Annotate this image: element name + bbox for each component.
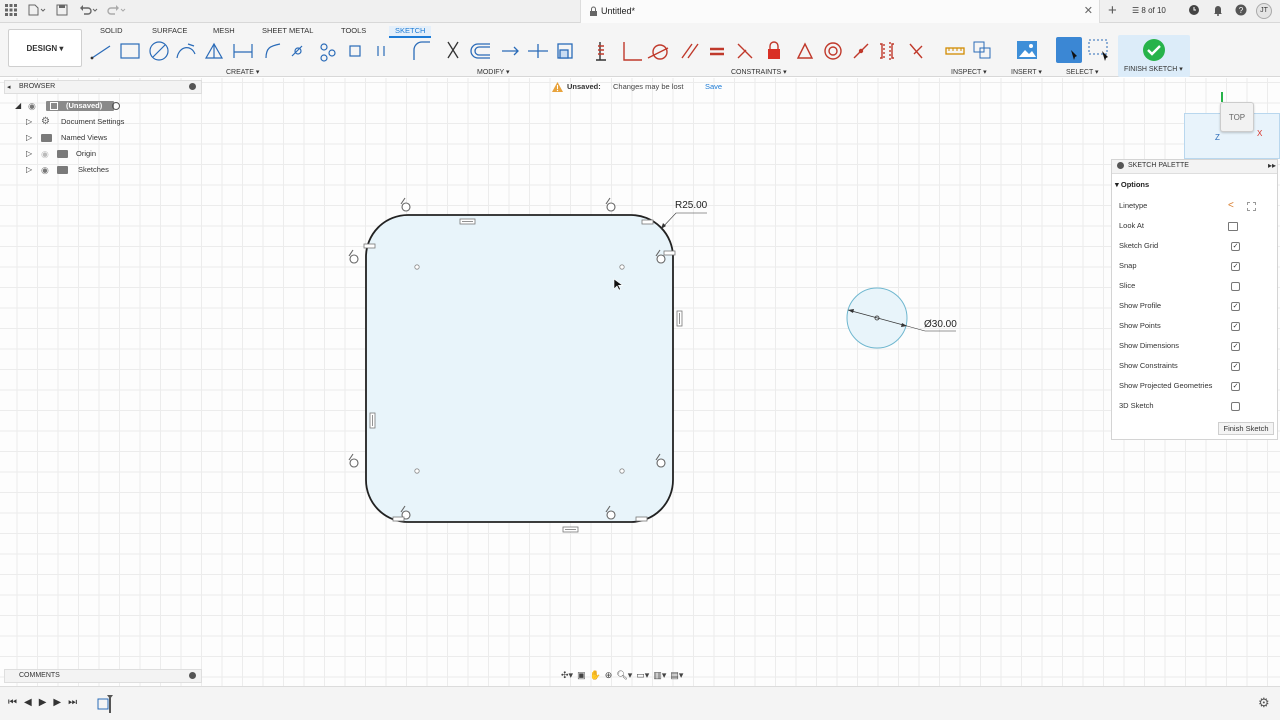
diameter-dimension[interactable]: Ø30.00 <box>924 319 957 330</box>
option-show-constraints: Show Constraints ✓ <box>1119 361 1240 371</box>
option-show-profile: Show Profile ✓ <box>1119 301 1240 311</box>
option-linetype: Linetype < <box>1112 196 1280 216</box>
construction-linetype-icon[interactable]: < <box>1228 196 1234 216</box>
pin-icon[interactable] <box>189 672 196 679</box>
option-look-at: Look At <box>1112 216 1280 236</box>
timeline-bar: ⏮ ◀ ▶ ▶ ⏭ ⚙ <box>0 686 1280 720</box>
radius-dimension[interactable]: R25.00 <box>675 200 707 211</box>
step-back-icon[interactable]: ◀ <box>24 697 32 708</box>
pan-icon[interactable]: ✋ <box>590 670 601 681</box>
option-3d-sketch: 3D Sketch <box>1112 396 1280 416</box>
zoom-icon[interactable]: ⊕ <box>605 670 613 681</box>
pin-icon[interactable] <box>1117 162 1124 169</box>
comments-header[interactable]: COMMENTS <box>4 669 202 683</box>
rounded-rectangle-profile[interactable] <box>365 214 674 523</box>
go-to-start-icon[interactable]: ⏮ <box>8 697 17 708</box>
play-icon[interactable]: ▶ <box>39 697 47 708</box>
sketch-palette: SKETCH PALETTE ▸▸ ▾ Options Linetype < L… <box>1111 159 1278 440</box>
orbit-icon[interactable]: ✣▾ <box>561 670 573 681</box>
timeline-settings-gear-icon[interactable]: ⚙ <box>1258 695 1270 711</box>
show-points-checkbox[interactable]: ✓ <box>1231 322 1240 331</box>
display-settings-icon[interactable]: ▭▾ <box>636 670 649 681</box>
show-constraints-checkbox[interactable]: ✓ <box>1231 362 1240 371</box>
zoom-window-icon[interactable]: 🔍︎▾ <box>616 670 632 681</box>
expand-icon[interactable]: ▸▸ <box>1268 161 1276 170</box>
look-at-nav-icon[interactable]: ▣ <box>577 670 586 681</box>
show-dimensions-checkbox[interactable]: ✓ <box>1231 342 1240 351</box>
mouse-cursor-icon <box>613 278 623 291</box>
sketch-grid-checkbox[interactable]: ✓ <box>1231 242 1240 251</box>
snap-checkbox[interactable]: ✓ <box>1231 262 1240 271</box>
palette-header[interactable]: SKETCH PALETTE ▸▸ <box>1112 160 1277 174</box>
look-at-icon[interactable] <box>1228 222 1238 231</box>
navigation-bar: ✣▾ ▣ ✋ ⊕ 🔍︎▾ ▭▾ ▥▾ ▤▾ <box>561 667 719 684</box>
option-show-projected-geometries: Show Projected Geometries ✓ <box>1119 381 1240 391</box>
centerline-linetype-icon[interactable] <box>1247 202 1256 211</box>
option-sketch-grid: Sketch Grid ✓ <box>1119 241 1240 251</box>
step-forward-icon[interactable]: ▶ <box>53 697 61 708</box>
option-show-dimensions: Show Dimensions ✓ <box>1119 341 1240 351</box>
palette-title: SKETCH PALETTE <box>1128 162 1189 169</box>
show-profile-checkbox[interactable]: ✓ <box>1231 302 1240 311</box>
comments-title: COMMENTS <box>19 672 60 679</box>
option-slice: Slice <box>1112 276 1280 296</box>
3d-sketch-checkbox[interactable] <box>1231 402 1240 411</box>
sketch-geometry <box>348 197 956 533</box>
radius-leader <box>660 212 707 230</box>
timeline-sketch-feature-icon[interactable] <box>96 693 116 715</box>
timeline-controls: ⏮ ◀ ▶ ▶ ⏭ <box>8 697 77 708</box>
go-to-end-icon[interactable]: ⏭ <box>68 697 77 708</box>
grid-settings-icon[interactable]: ▥▾ <box>653 670 666 681</box>
viewports-icon[interactable]: ▤▾ <box>670 670 683 681</box>
option-show-points: Show Points ✓ <box>1119 321 1240 331</box>
radius-arrowhead <box>661 223 666 229</box>
slice-checkbox[interactable] <box>1231 282 1240 291</box>
options-section-header[interactable]: ▾ Options <box>1115 180 1149 189</box>
show-projected-geometries-checkbox[interactable]: ✓ <box>1231 382 1240 391</box>
option-snap: Snap ✓ <box>1119 261 1240 271</box>
finish-sketch-palette-button[interactable]: Finish Sketch <box>1218 422 1274 435</box>
